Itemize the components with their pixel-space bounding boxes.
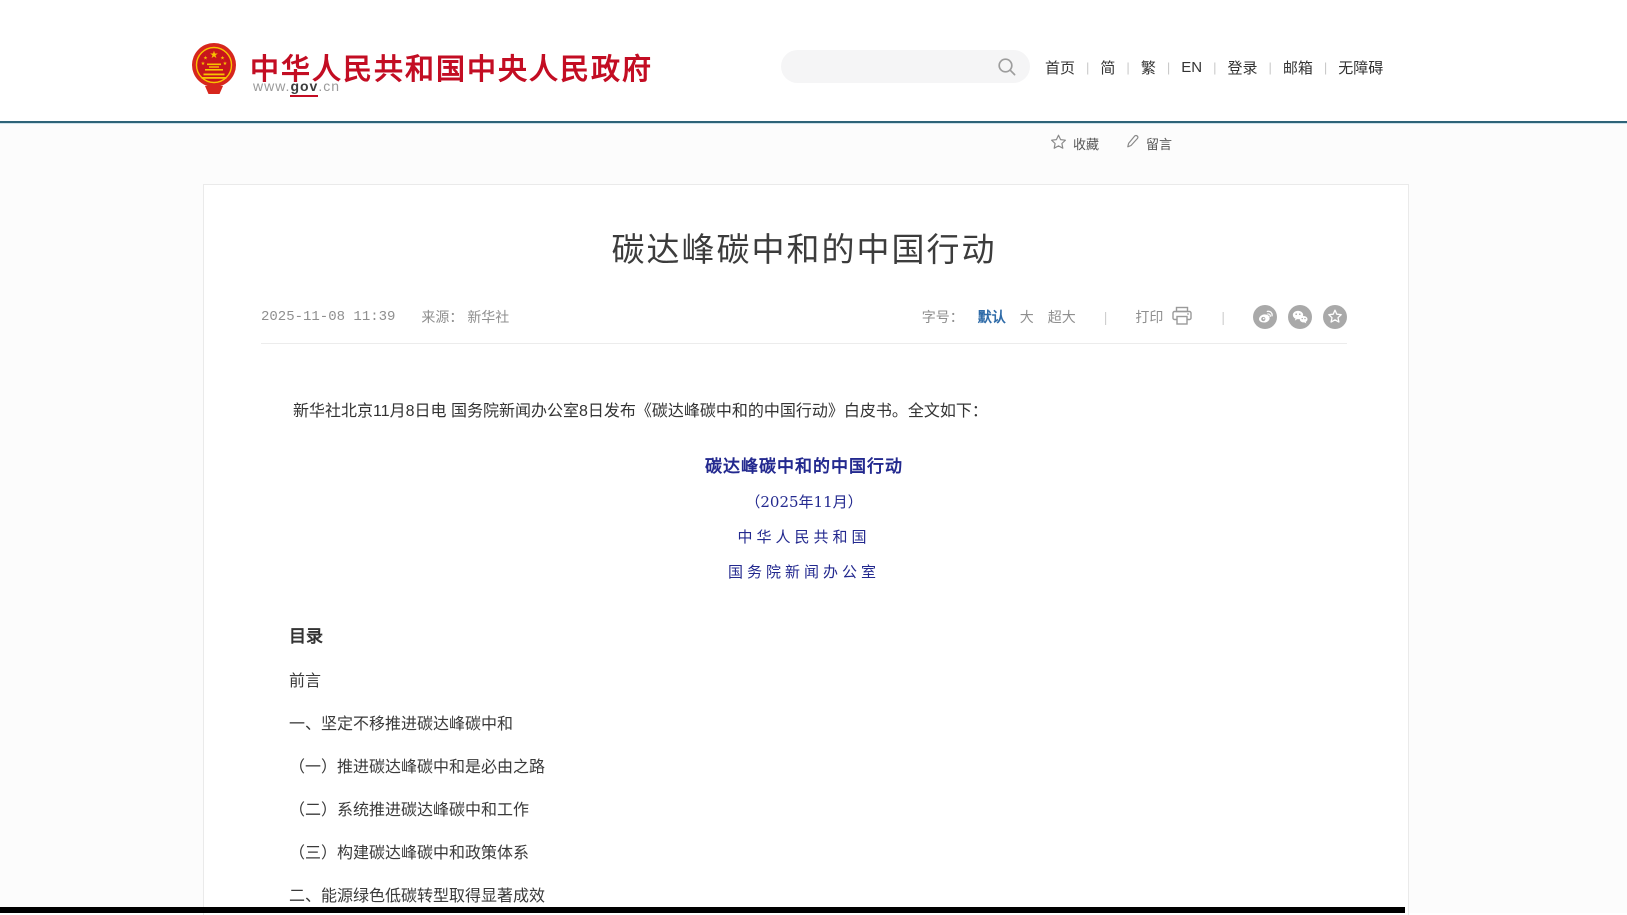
toc-item-2: 二、能源绿色低碳转型取得显著成效 [289,888,1347,906]
quick-actions: 收藏 留言 [1050,134,1172,153]
article-source: 来源： 新华社 [421,307,509,327]
printer-icon [1171,306,1193,329]
favorite-button[interactable]: 收藏 [1050,134,1099,153]
nav-simplified[interactable]: 简 [1100,57,1115,78]
message-label: 留言 [1146,134,1172,153]
nav-separator: | [1268,60,1271,75]
toc-item-1-3: （三）构建碳达峰碳中和政策体系 [289,845,1347,863]
weibo-icon[interactable] [1253,305,1277,329]
nav-english[interactable]: EN [1181,59,1202,76]
nav-traditional[interactable]: 繁 [1141,57,1156,78]
font-size-default[interactable]: 默认 [978,307,1006,327]
nav-accessibility[interactable]: 无障碍 [1338,57,1383,78]
meta-separator: | [1207,309,1239,325]
document-org-line2: 国务院新闻办公室 [261,561,1347,582]
print-label: 打印 [1135,307,1163,327]
nav-separator: | [1126,60,1129,75]
lead-paragraph: 新华社北京11月8日电 国务院新闻办公室8日发布《碳达峰碳中和的中国行动》白皮书… [261,398,1347,425]
article-date: 2025-11-08 11:39 [261,309,395,325]
toc-item-1-2: （二）系统推进碳达峰碳中和工作 [289,802,1347,820]
article-meta-right: 字号： 默认 大 超大 | 打印 [922,305,1347,329]
nav-separator: | [1213,60,1216,75]
document-date: （2025年11月） [261,491,1347,512]
nav-mail[interactable]: 邮箱 [1283,57,1313,78]
table-of-contents: 目录 前言 一、坚定不移推进碳达峰碳中和 （一）推进碳达峰碳中和是必由之路 （二… [289,622,1347,915]
favorite-label: 收藏 [1073,134,1099,153]
site-url[interactable]: www.gov.cn [253,78,340,94]
pencil-icon [1125,134,1140,153]
document-org-line1: 中华人民共和国 [261,526,1347,547]
toc-heading: 目录 [289,622,1347,647]
meta-separator: | [1090,309,1122,325]
meta-divider [261,343,1347,344]
site-url-prefix: www. [253,78,290,94]
nav-separator: | [1324,60,1327,75]
star-icon [1050,134,1067,153]
share-icons [1253,305,1347,329]
svg-text:★: ★ [201,61,206,67]
share-star-icon[interactable] [1323,305,1347,329]
nav-home[interactable]: 首页 [1045,57,1075,78]
svg-text:★: ★ [210,50,219,61]
font-size-label: 字号： [922,307,964,327]
message-button[interactable]: 留言 [1125,134,1172,153]
viewport-bottom-bar [0,907,1405,913]
document-heading-block: 碳达峰碳中和的中国行动 （2025年11月） 中华人民共和国 国务院新闻办公室 [261,452,1347,582]
source-label: 来源： [421,309,463,325]
toc-item-1: 一、坚定不移推进碳达峰碳中和 [289,716,1347,734]
site-url-suffix: .cn [318,78,340,94]
nav-login[interactable]: 登录 [1227,57,1257,78]
print-button[interactable]: 打印 [1135,306,1193,329]
search-icon[interactable] [996,56,1018,78]
source-value: 新华社 [467,309,509,325]
national-emblem-logo: ★ ★ ★ ★ ★ [191,41,237,101]
document-title: 碳达峰碳中和的中国行动 [261,452,1347,477]
page: ★ ★ ★ ★ ★ 中华人民共和国中央人民政府 www.gov.cn [0,0,1627,915]
wechat-icon[interactable] [1288,305,1312,329]
nav-separator: | [1086,60,1089,75]
site-header: ★ ★ ★ ★ ★ 中华人民共和国中央人民政府 www.gov.cn [0,0,1627,121]
search-box[interactable] [781,50,1030,83]
top-nav: 首页 | 简 | 繁 | EN | 登录 | 邮箱 | 无障碍 [1045,57,1383,78]
site-url-gov: gov [290,78,318,97]
nav-separator: | [1167,60,1170,75]
article-card: 碳达峰碳中和的中国行动 2025-11-08 11:39 来源： 新华社 字号：… [203,184,1409,915]
toc-item-1-1: （一）推进碳达峰碳中和是必由之路 [289,759,1347,777]
search-input[interactable] [781,50,996,83]
page-body: 收藏 留言 碳达峰碳中和的中国行动 2025-11-08 11:39 来源： 新… [0,124,1627,913]
font-size-xlarge[interactable]: 超大 [1048,307,1076,327]
toc-item-preface: 前言 [289,673,1347,691]
svg-text:★: ★ [223,61,228,67]
article-meta-row: 2025-11-08 11:39 来源： 新华社 字号： 默认 大 超大 | 打… [261,302,1347,332]
article-meta-left: 2025-11-08 11:39 来源： 新华社 [261,307,509,327]
article-title: 碳达峰碳中和的中国行动 [261,223,1347,271]
font-size-large[interactable]: 大 [1020,307,1034,327]
